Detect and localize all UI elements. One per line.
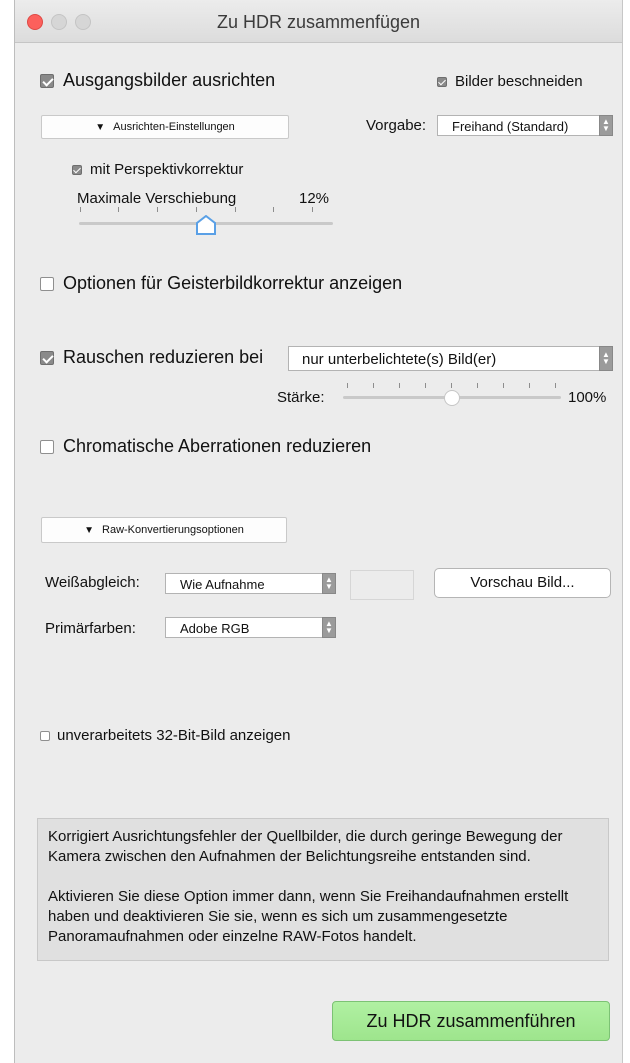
align-settings-label: Ausrichten-Einstellungen (113, 121, 235, 133)
hdr-merge-window: Zu HDR zusammenfügen Ausgangsbilder ausr… (14, 0, 623, 1063)
noise-target-value: nur unterbelichtete(s) Bild(er) (302, 351, 497, 368)
select-stepper-icon: ▲ ▼ (322, 617, 336, 638)
title-bar: Zu HDR zusammenfügen (15, 0, 622, 43)
preset-value: Freihand (Standard) (452, 119, 569, 134)
primaries-select[interactable]: Adobe RGB ▲ ▼ (165, 617, 336, 638)
preview-image-button[interactable]: Vorschau Bild... (434, 568, 611, 598)
align-settings-button[interactable]: ▼ Ausrichten-Einstellungen (41, 115, 289, 139)
max-shift-slider[interactable] (79, 207, 333, 237)
info-box: Korrigiert Ausrichtungsfehler der Quellb… (37, 818, 609, 961)
white-balance-select[interactable]: Wie Aufnahme ▲ ▼ (165, 573, 336, 594)
preset-select[interactable]: Freihand (Standard) ▲ ▼ (437, 115, 613, 136)
crop-images-checkbox[interactable] (437, 77, 447, 87)
merge-to-hdr-label: Zu HDR zusammenführen (366, 1011, 576, 1031)
strength-value: 100% (568, 389, 607, 406)
raw32-label: unverarbeitets 32-Bit-Bild anzeigen (57, 727, 291, 744)
primaries-label: Primärfarben: (45, 620, 136, 637)
white-balance-value: Wie Aufnahme (180, 577, 265, 592)
max-shift-slider-knob[interactable] (196, 215, 216, 235)
chevron-down-icon: ▼ (95, 122, 106, 133)
align-images-checkbox[interactable] (40, 74, 54, 88)
merge-to-hdr-button[interactable]: Zu HDR zusammenführen (332, 1001, 610, 1041)
preview-image-label: Vorschau Bild... (470, 574, 575, 591)
select-stepper-icon: ▲ ▼ (599, 346, 613, 371)
strength-label: Stärke: (277, 389, 325, 406)
chromatic-aberration-label: Chromatische Aberrationen reduzieren (63, 436, 372, 456)
white-balance-swatch (350, 570, 414, 600)
raw-options-button[interactable]: ▼ Raw-Konvertierungsoptionen (41, 517, 287, 543)
info-paragraph-1: Korrigiert Ausrichtungsfehler der Quellb… (48, 828, 563, 865)
window-title: Zu HDR zusammenfügen (216, 12, 421, 32)
strength-slider[interactable] (343, 383, 561, 409)
select-stepper-icon: ▲ ▼ (599, 115, 613, 136)
info-paragraph-2: Aktivieren Sie diese Option immer dann, … (48, 888, 569, 945)
preset-label: Vorgabe: (366, 117, 427, 134)
raw32-checkbox[interactable] (40, 731, 50, 741)
primaries-value: Adobe RGB (180, 621, 250, 636)
raw-options-label: Raw-Konvertierungsoptionen (102, 524, 244, 536)
select-stepper-icon: ▲ ▼ (322, 573, 336, 594)
ghost-correction-checkbox[interactable] (40, 277, 54, 291)
crop-images-label: Bilder beschneiden (455, 73, 583, 90)
max-shift-label: Maximale Verschiebung (77, 190, 237, 207)
noise-target-select[interactable]: nur unterbelichtete(s) Bild(er) ▲ ▼ (288, 346, 613, 371)
ghost-correction-label: Optionen für Geisterbildkorrektur anzeig… (63, 273, 403, 293)
align-images-label: Ausgangsbilder ausrichten (63, 70, 276, 90)
strength-slider-knob[interactable] (444, 390, 460, 406)
chromatic-aberration-checkbox[interactable] (40, 440, 54, 454)
chevron-down-icon: ▼ (84, 525, 95, 536)
noise-reduction-label: Rauschen reduzieren bei (63, 347, 264, 367)
max-shift-value: 12% (299, 190, 330, 207)
white-balance-label: Weißabgleich: (45, 574, 140, 591)
perspective-label: mit Perspektivkorrektur (90, 161, 244, 178)
perspective-checkbox[interactable] (72, 165, 82, 175)
noise-reduction-checkbox[interactable] (40, 351, 54, 365)
